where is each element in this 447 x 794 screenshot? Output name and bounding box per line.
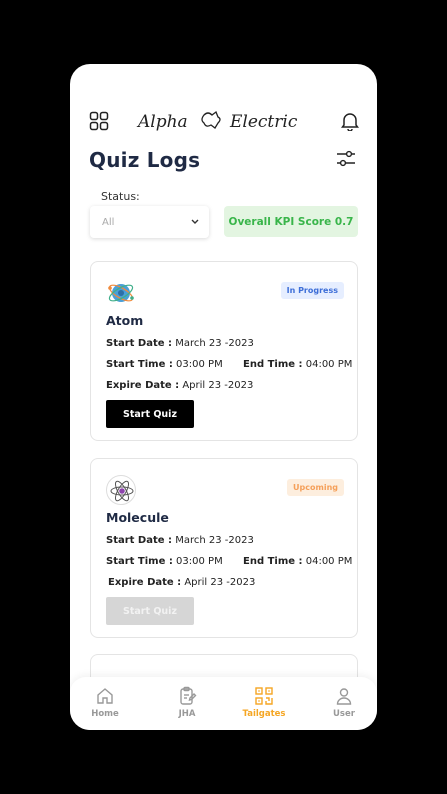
start-time-row: Start Time : 03:00 PM xyxy=(106,556,223,567)
kpi-score-badge: Overall KPI Score 0.7 xyxy=(224,206,358,237)
expire-date-label: Expire Date : xyxy=(106,380,180,391)
start-date-label: Start Date : xyxy=(106,535,173,546)
start-date-row: Start Date : March 23 -2023 xyxy=(106,338,254,349)
expire-date-row: Expire Date : April 23 -2023 xyxy=(106,380,253,391)
end-time-value: 04:00 PM xyxy=(305,556,353,567)
nav-item-home[interactable]: Home xyxy=(75,677,135,730)
end-time-label: End Time : xyxy=(243,556,303,567)
nav-label: User xyxy=(333,709,355,719)
expire-date-row: Expire Date : April 23 -2023 xyxy=(108,577,255,588)
phone-screen: Alpha Electric Quiz Logs Status: All Ove… xyxy=(70,64,377,730)
filter-sliders-icon[interactable] xyxy=(335,148,359,172)
menu-grid-icon[interactable] xyxy=(87,109,111,133)
quiz-title: Atom xyxy=(106,313,144,328)
home-icon xyxy=(97,688,113,704)
nav-label: Home xyxy=(91,709,119,719)
status-label: Status: xyxy=(101,190,140,203)
expire-date-label: Expire Date : xyxy=(108,577,182,588)
status-dropdown[interactable]: All xyxy=(90,206,209,238)
expire-date-value: April 23 -2023 xyxy=(184,577,256,588)
end-time-row: End Time : 04:00 PM xyxy=(243,359,352,370)
atom-icon xyxy=(106,278,136,308)
start-time-label: Start Time : xyxy=(106,359,173,370)
start-time-value: 03:00 PM xyxy=(176,359,223,370)
nav-label: JHA xyxy=(178,709,196,719)
start-time-label: Start Time : xyxy=(106,556,173,567)
notification-bell-icon[interactable] xyxy=(338,109,362,133)
end-time-value: 04:00 PM xyxy=(305,359,353,370)
nav-label: Tailgates xyxy=(242,709,286,719)
svg-text:Electric: Electric xyxy=(229,112,298,132)
start-date-label: Start Date : xyxy=(106,338,173,349)
start-date-value: March 23 -2023 xyxy=(175,338,254,349)
svg-text:Alpha: Alpha xyxy=(136,112,188,132)
start-time-value: 03:00 PM xyxy=(176,556,223,567)
start-quiz-button-disabled[interactable]: Start Quiz xyxy=(106,597,194,625)
nav-item-jha[interactable]: JHA xyxy=(157,677,217,730)
status-badge: In Progress xyxy=(280,282,344,299)
nav-item-user[interactable]: User xyxy=(314,677,374,730)
start-quiz-button[interactable]: Start Quiz xyxy=(106,400,194,428)
molecule-icon xyxy=(106,475,136,505)
expire-date-value: April 23 -2023 xyxy=(182,380,254,391)
status-value: All xyxy=(102,216,115,228)
end-time-label: End Time : xyxy=(243,359,303,370)
end-time-row: End Time : 04:00 PM xyxy=(243,556,352,567)
clipboard-icon xyxy=(180,686,197,705)
start-date-row: Start Date : March 23 -2023 xyxy=(106,535,254,546)
start-time-row: Start Time : 03:00 PM xyxy=(106,359,223,370)
quiz-card: Upcoming Molecule Start Date : March 23 … xyxy=(90,458,358,638)
user-icon xyxy=(336,688,352,705)
chevron-down-icon xyxy=(191,217,199,228)
quiz-title: Molecule xyxy=(106,510,169,525)
status-badge: Upcoming xyxy=(287,479,344,496)
top-bar: Alpha Electric xyxy=(70,108,377,134)
page-title: Quiz Logs xyxy=(89,148,201,172)
start-date-value: March 23 -2023 xyxy=(175,535,254,546)
quiz-card: In Progress Atom Start Date : March 23 -… xyxy=(90,261,358,441)
alpha-electric-logo: Alpha Electric xyxy=(136,106,311,136)
bottom-nav: Home JHA Tailgates User xyxy=(70,677,377,730)
qr-icon xyxy=(255,687,273,705)
nav-item-tailgates[interactable]: Tailgates xyxy=(234,677,294,730)
